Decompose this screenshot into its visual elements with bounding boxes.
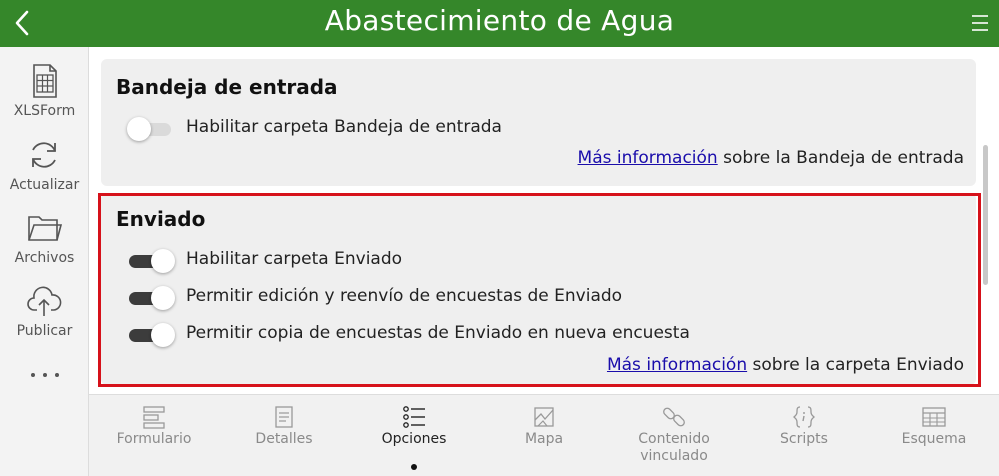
allow-edit-resend-toggle[interactable] xyxy=(127,286,175,310)
tab-label: Opciones xyxy=(381,431,447,447)
tab-esquema[interactable]: Esquema xyxy=(869,395,999,476)
tab-label: Formulario xyxy=(116,431,192,447)
more-info-link[interactable]: Más información xyxy=(578,148,718,168)
toggle-knob xyxy=(151,286,175,310)
inbox-more-info: Más información sobre la Bandeja de entr… xyxy=(578,148,964,168)
details-icon xyxy=(275,406,293,428)
sidebar-item-label: Archivos xyxy=(14,250,75,266)
sent-more-info: Más información sobre la carpeta Enviado xyxy=(607,355,964,375)
scripts-icon xyxy=(793,406,815,428)
app-window: Abastecimiento de Agua XLSForm Actualiza… xyxy=(0,0,999,476)
sidebar-item-publicar[interactable]: Publicar xyxy=(0,283,89,353)
folder-icon xyxy=(28,216,62,241)
spreadsheet-icon xyxy=(33,64,57,98)
tab-label: Mapa xyxy=(524,431,564,447)
cloud-upload-icon xyxy=(27,286,62,316)
map-icon xyxy=(534,407,554,427)
enable-sent-toggle[interactable] xyxy=(127,249,175,273)
tab-scripts[interactable]: Scripts xyxy=(739,395,869,476)
tab-formulario[interactable]: Formulario xyxy=(89,395,219,476)
sent-section: Enviado Habilitar carpeta Enviado Permit… xyxy=(101,193,976,385)
active-tab-indicator xyxy=(411,464,417,470)
enable-inbox-toggle[interactable] xyxy=(127,117,175,141)
tab-label: Scripts xyxy=(780,431,828,447)
toggle-label: Permitir copia de encuestas de Enviado e… xyxy=(186,323,690,343)
form-icon xyxy=(143,406,165,429)
scrollbar[interactable] xyxy=(983,145,988,285)
toggle-knob xyxy=(151,323,175,347)
more-info-link[interactable]: Más información xyxy=(607,355,747,375)
header-bar: Abastecimiento de Agua xyxy=(0,0,999,47)
tab-label: Esquema xyxy=(901,431,967,447)
tab-mapa[interactable]: Mapa xyxy=(479,395,609,476)
toggle-label: Permitir edición y reenvío de encuestas … xyxy=(186,286,623,306)
sidebar-item-label: XLSForm xyxy=(13,103,76,119)
toggle-label: Habilitar carpeta Bandeja de entrada xyxy=(186,117,502,137)
sent-heading: Enviado xyxy=(116,207,206,231)
tab-contenido-vinculado[interactable]: Contenido vinculado xyxy=(609,395,739,476)
allow-copy-toggle[interactable] xyxy=(127,323,175,347)
toggle-label: Habilitar carpeta Enviado xyxy=(186,249,403,269)
sidebar-item-label: Publicar xyxy=(16,323,73,339)
inbox-section: Bandeja de entrada Habilitar carpeta Ban… xyxy=(101,59,976,186)
table-icon xyxy=(922,407,946,427)
toggle-knob xyxy=(127,117,151,141)
refresh-icon xyxy=(32,142,56,168)
link-icon xyxy=(663,407,685,427)
sidebar-item-actualizar[interactable]: Actualizar xyxy=(0,137,89,207)
options-panel: Bandeja de entrada Habilitar carpeta Ban… xyxy=(89,47,999,394)
options-list-icon xyxy=(403,406,425,428)
more-info-text: sobre la carpeta Enviado xyxy=(747,355,964,375)
more-dots-icon[interactable] xyxy=(28,365,62,385)
more-info-text: sobre la Bandeja de entrada xyxy=(717,148,964,168)
tab-label: Contenido vinculado xyxy=(638,431,710,464)
toggle-knob xyxy=(151,249,175,273)
page-title: Abastecimiento de Agua xyxy=(324,4,675,37)
hamburger-menu-icon[interactable] xyxy=(971,13,989,33)
sidebar: XLSForm Actualizar Archivos Publicar xyxy=(0,47,89,476)
tab-detalles[interactable]: Detalles xyxy=(219,395,349,476)
sidebar-item-archivos[interactable]: Archivos xyxy=(0,210,89,280)
tab-opciones[interactable]: Opciones xyxy=(349,395,479,476)
inbox-heading: Bandeja de entrada xyxy=(116,75,338,99)
sidebar-item-xlsform[interactable]: XLSForm xyxy=(0,63,89,133)
tab-bar: Formulario Detalles Opciones Mapa Conten… xyxy=(89,394,999,476)
sidebar-item-label: Actualizar xyxy=(9,177,80,193)
tab-label: Detalles xyxy=(255,431,313,447)
